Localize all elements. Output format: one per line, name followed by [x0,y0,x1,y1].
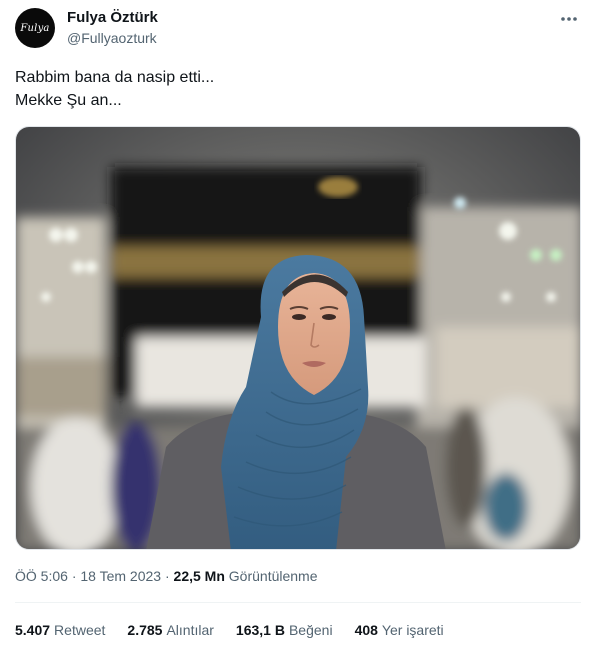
tweet-photo[interactable] [15,126,581,550]
bookmarks-stat[interactable]: 408 Yer işareti [355,621,444,639]
tweet-line: Mekke Şu an... [15,92,122,109]
tweet-text: Rabbim bana da nasip etti... Mekke Şu an… [15,66,575,112]
tweet-meta: ÖÖ 5:06 · 18 Tem 2023 · 22,5 Mn Görüntül… [15,567,318,585]
likes-stat[interactable]: 163,1 B Beğeni [236,621,333,639]
stat-label: Retweet [54,622,106,638]
author-names: Fulya Öztürk @Fullyaozturk [67,9,158,47]
tweet-date[interactable]: 18 Tem 2023 [80,568,161,584]
stat-value: 5.407 [15,622,51,638]
stat-label: Alıntılar [166,622,214,638]
tweet-header: Fulya Fulya Öztürk @Fullyaozturk [15,8,581,50]
views-count: 22,5 Mn [173,568,225,584]
meta-separator: · [71,568,77,584]
tweet-time[interactable]: ÖÖ 5:06 [15,568,68,584]
stat-label: Beğeni [288,622,333,638]
stat-value: 163,1 B [235,622,285,638]
avatar-logo: Fulya [20,22,50,34]
meta-separator: · [164,568,170,584]
author-display-name[interactable]: Fulya Öztürk [67,9,158,26]
avatar[interactable]: Fulya [15,8,55,48]
more-options-button[interactable] [559,10,579,28]
quotes-stat[interactable]: 2.785 Alıntılar [127,621,214,639]
stat-label: Yer işareti [381,622,444,638]
stat-value: 2.785 [127,622,163,638]
author-handle[interactable]: @Fullyaozturk [67,29,158,47]
divider [15,602,581,603]
retweets-stat[interactable]: 5.407 Retweet [15,621,105,639]
stat-value: 408 [354,622,378,638]
more-horizontal-icon [561,17,577,21]
photo-image [16,127,580,549]
tweet-line: Rabbim bana da nasip etti... [15,69,215,86]
views-label: Görüntülenme [228,568,318,584]
tweet-stats: 5.407 Retweet 2.785 Alıntılar 163,1 B Beğen… [15,621,444,639]
